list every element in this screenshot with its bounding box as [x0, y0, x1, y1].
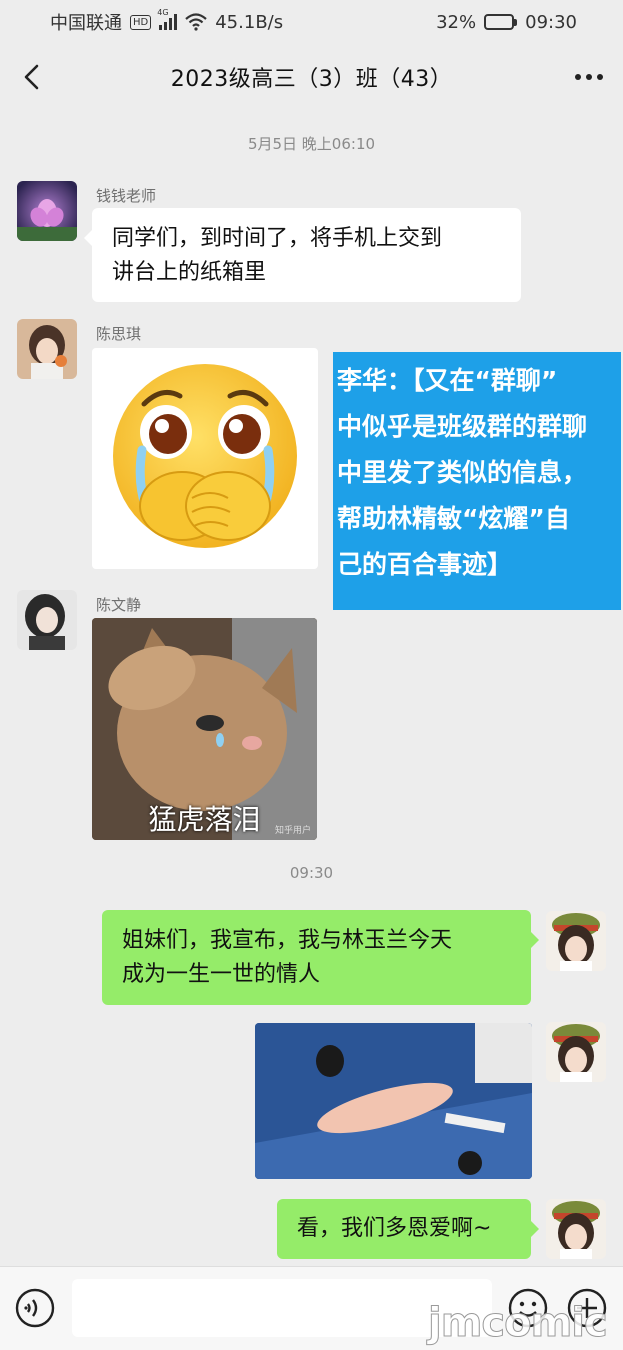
message-bubble[interactable]: 同学们，到时间了，将手机上交到 讲台上的纸箱里 — [84, 208, 521, 302]
timestamp: 09:30 — [289, 864, 334, 882]
chat-title: 2023级高三（3）班（43） — [170, 67, 453, 92]
message-text: 看，我们多恩爱啊~ — [297, 1216, 492, 1241]
avatar-chensiqi[interactable] — [17, 319, 77, 379]
sticker-credit: 知乎用户 — [274, 826, 311, 836]
status-left: 中国联通 HD 4G 45.1B/s — [50, 8, 284, 35]
message-text-line: 讲台上的纸箱里 — [112, 260, 267, 285]
timestamp: 5月5日 晚上06:10 — [247, 135, 376, 153]
battery-percent: 32% — [436, 11, 477, 33]
sender-name: 钱钱老师 — [96, 187, 157, 205]
chat-header: 2023级高三（3）班（43） — [0, 44, 623, 110]
carrier-label: 中国联通 — [50, 13, 122, 34]
story-caption-overlay: 李华：【又在“群聊” 中似乎是班级群的群聊 中里发了类似的信息， 帮助林精敏“炫… — [333, 352, 621, 610]
crying-cat-sticker[interactable]: 猛虎落泪 知乎用户 — [92, 618, 317, 840]
more-dots-icon[interactable] — [571, 62, 607, 92]
image-message[interactable] — [255, 1023, 532, 1179]
status-bar: 中国联通 HD 4G 45.1B/s 32% 09:30 — [0, 0, 623, 44]
voice-icon[interactable] — [14, 1287, 56, 1329]
wifi-icon — [185, 13, 207, 31]
caption-line: 帮助林精敏“炫耀”自 — [337, 504, 570, 533]
net-speed: 45.1B/s — [215, 11, 284, 33]
avatar-self[interactable] — [546, 1022, 606, 1082]
status-right: 32% 09:30 — [436, 12, 577, 33]
sender-name: 陈思琪 — [96, 325, 142, 343]
avatar-self[interactable] — [546, 1199, 606, 1259]
message-text-line: 成为一生一世的情人 — [122, 962, 321, 987]
message-bubble-self[interactable]: 姐妹们，我宣布，我与林玉兰今天 成为一生一世的情人 — [102, 910, 539, 1005]
caption-line: 中里发了类似的信息， — [337, 458, 588, 487]
caption-line: 中似乎是班级群的群聊 — [337, 412, 588, 441]
chevron-left-icon[interactable] — [18, 62, 48, 92]
crying-emoji-sticker[interactable] — [92, 348, 318, 569]
caption-line: 李华：【又在“群聊” — [337, 366, 558, 395]
sender-name: 陈文静 — [96, 596, 142, 614]
battery-icon — [484, 14, 518, 30]
clock: 09:30 — [525, 11, 577, 33]
hd-badge: HD — [130, 14, 152, 30]
avatar-self[interactable] — [546, 911, 606, 971]
caption-line: 己的百合事迹】 — [337, 550, 513, 579]
message-bubble-self[interactable]: 看，我们多恩爱啊~ — [277, 1199, 539, 1259]
network-type-badge: 4G — [157, 8, 169, 17]
avatar-chenwenjing[interactable] — [17, 590, 77, 650]
avatar-teacher[interactable] — [17, 181, 77, 241]
message-text-line: 同学们，到时间了，将手机上交到 — [112, 226, 443, 251]
watermark-logo: jmcomic — [428, 1300, 609, 1347]
cellular-signal-icon: 4G — [157, 8, 178, 30]
message-text-line: 姐妹们，我宣布，我与林玉兰今天 — [122, 928, 453, 953]
